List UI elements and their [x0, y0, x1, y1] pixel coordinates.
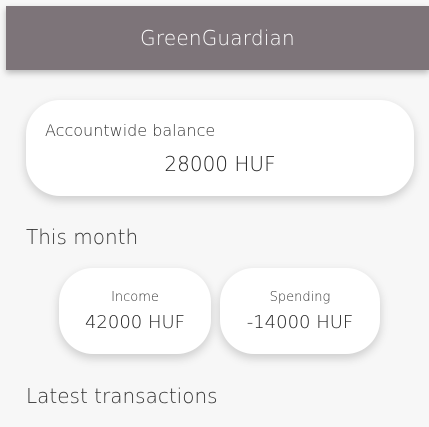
app-title: GreenGuardian — [140, 26, 295, 50]
spending-label: Spending — [269, 290, 331, 305]
this-month-title: This month — [26, 225, 139, 249]
income-value: 42000 HUF — [84, 312, 186, 333]
income-label: Income — [111, 290, 159, 305]
balance-card[interactable]: Accountwide balance 28000 HUF — [26, 100, 414, 196]
app-bar: GreenGuardian — [6, 6, 429, 70]
app-screen: GreenGuardian Accountwide balance 28000 … — [0, 0, 429, 427]
income-card[interactable]: Income 42000 HUF — [59, 268, 211, 354]
balance-value: 28000 HUF — [164, 152, 276, 176]
latest-transactions-title: Latest transactions — [26, 384, 218, 408]
spending-card[interactable]: Spending -14000 HUF — [220, 268, 380, 354]
spending-value: -14000 HUF — [246, 312, 354, 333]
balance-label: Accountwide balance — [45, 121, 216, 140]
